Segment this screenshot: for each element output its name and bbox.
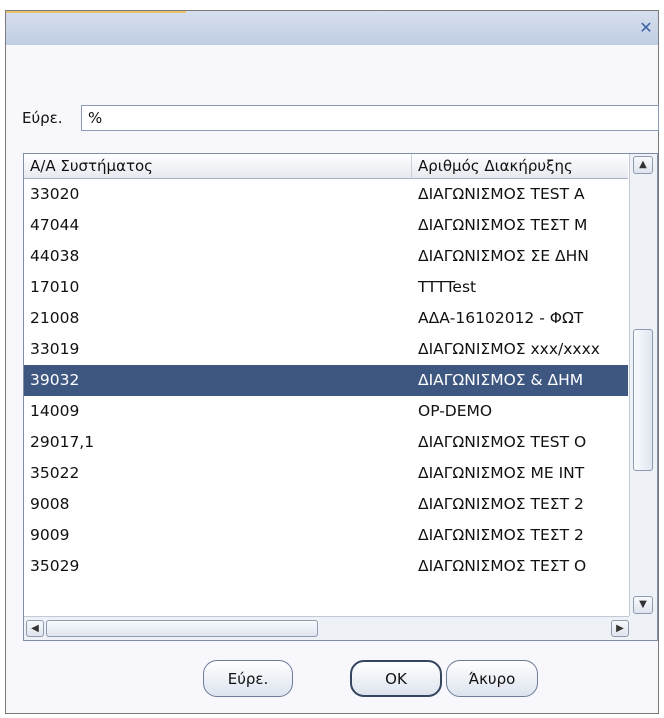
cell-declaration-number: ΔΙΑΓΩΝΙΣΜΟΣ xxx/xxxx: [418, 340, 600, 358]
table-row[interactable]: 47044 ΔΙΑΓΩΝΙΣΜΟΣ ΤΕΣΤ Μ: [24, 210, 628, 241]
search-label: Εύρε.: [22, 109, 63, 127]
table-row[interactable]: 35022 ΔΙΑΓΩΝΙΣΜΟΣ ΜΕ ΙΝΤ: [24, 458, 628, 489]
scroll-up-icon[interactable]: ▲: [633, 156, 653, 174]
column-header-declaration-number[interactable]: Αριθμός Διακήρυξης: [412, 154, 628, 178]
table-body: 33020 ΔΙΑΓΩΝΙΣΜΟΣ TEST Α 47044 ΔΙΑΓΩΝΙΣΜΟΣ…: [24, 179, 628, 582]
cell-declaration-number: ΔΙΑΓΩΝΙΣΜΟΣ ΤΕΣΤ 2: [418, 526, 584, 544]
lov-dialog: ✕ Εύρε. Α/Α Συστήματος Αριθμός Διακήρυξη…: [5, 10, 659, 714]
table-row[interactable]: 33019 ΔΙΑΓΩΝΙΣΜΟΣ xxx/xxxx: [24, 334, 628, 365]
table-row[interactable]: 14009 OP-DEMO: [24, 396, 628, 427]
cell-system-id: 29017,1: [30, 433, 95, 451]
horizontal-scroll-thumb[interactable]: [46, 620, 318, 637]
cancel-button[interactable]: Άκυρο: [446, 660, 538, 697]
table-row[interactable]: 29017,1 ΔΙΑΓΩΝΙΣΜΟΣ TEST Ο: [24, 427, 628, 458]
title-accent: [6, 11, 186, 13]
cell-system-id: 35022: [30, 464, 80, 482]
table-row[interactable]: 9009 ΔΙΑΓΩΝΙΣΜΟΣ ΤΕΣΤ 2: [24, 520, 628, 551]
scroll-corner: [629, 616, 657, 640]
cell-system-id: 33020: [30, 185, 80, 203]
scroll-left-icon[interactable]: ◀: [26, 620, 44, 637]
search-input[interactable]: [81, 105, 659, 131]
cell-system-id: 21008: [30, 309, 80, 327]
vertical-scrollbar[interactable]: ▲ ▼: [629, 154, 657, 616]
column-header-system-id[interactable]: Α/Α Συστήματος: [24, 154, 412, 178]
close-icon[interactable]: ✕: [638, 20, 654, 36]
cell-declaration-number: ΔΙΑΓΩΝΙΣΜΟΣ ΣΕ ΔΗΝ: [418, 247, 589, 265]
cell-declaration-number: ΔΙΑΓΩΝΙΣΜΟΣ & ΔΗΜ: [418, 371, 584, 389]
find-button-label: Εύρε.: [227, 669, 269, 688]
cell-system-id: 17010: [30, 278, 80, 296]
cell-system-id: 9009: [30, 526, 70, 544]
cell-declaration-number: ΑΔΑ-16102012 - ΦΩΤ: [418, 309, 584, 327]
vertical-scroll-thumb[interactable]: [633, 329, 653, 471]
table-row[interactable]: 21008 ΑΔΑ-16102012 - ΦΩΤ: [24, 303, 628, 334]
table-row[interactable]: 44038 ΔΙΑΓΩΝΙΣΜΟΣ ΣΕ ΔΗΝ: [24, 241, 628, 272]
table-row[interactable]: 17010 TTTTest: [24, 272, 628, 303]
find-button[interactable]: Εύρε.: [203, 660, 293, 697]
cell-declaration-number: ΔΙΑΓΩΝΙΣΜΟΣ TEST Α: [418, 185, 585, 203]
table-row[interactable]: 33020 ΔΙΑΓΩΝΙΣΜΟΣ TEST Α: [24, 179, 628, 210]
cell-declaration-number: ΔΙΑΓΩΝΙΣΜΟΣ TEST Ο: [418, 433, 587, 451]
table-row-selected[interactable]: 39032 ΔΙΑΓΩΝΙΣΜΟΣ & ΔΗΜ: [24, 365, 628, 396]
cell-system-id: 35029: [30, 557, 80, 575]
table-row[interactable]: 9008 ΔΙΑΓΩΝΙΣΜΟΣ ΤΕΣΤ 2: [24, 489, 628, 520]
results-table: Α/Α Συστήματος Αριθμός Διακήρυξης 33020 Δ…: [23, 153, 658, 641]
cell-system-id: 44038: [30, 247, 80, 265]
cell-declaration-number: ΔΙΑΓΩΝΙΣΜΟΣ ΤΕΣΤ Μ: [418, 216, 588, 234]
cell-system-id: 39032: [30, 371, 80, 389]
horizontal-scrollbar[interactable]: ◀ ▶: [24, 616, 631, 640]
cell-declaration-number: ΔΙΑΓΩΝΙΣΜΟΣ ΜΕ ΙΝΤ: [418, 464, 585, 482]
cancel-button-label: Άκυρο: [468, 669, 516, 688]
cell-declaration-number: TTTTest: [418, 278, 477, 296]
cell-declaration-number: ΔΙΑΓΩΝΙΣΜΟΣ ΤΕΣΤ 2: [418, 495, 584, 513]
table-header: Α/Α Συστήματος Αριθμός Διακήρυξης: [24, 154, 628, 179]
scroll-down-icon[interactable]: ▼: [633, 596, 653, 614]
ok-button[interactable]: OK: [350, 660, 442, 697]
cell-system-id: 33019: [30, 340, 80, 358]
cell-system-id: 9008: [30, 495, 70, 513]
ok-button-label: OK: [385, 669, 407, 688]
scroll-right-icon[interactable]: ▶: [611, 620, 629, 637]
cell-system-id: 14009: [30, 402, 80, 420]
cell-declaration-number: ΔΙΑΓΩΝΙΣΜΟΣ ΤΕΣΤ Ο: [418, 557, 587, 575]
table-row[interactable]: 35029 ΔΙΑΓΩΝΙΣΜΟΣ ΤΕΣΤ Ο: [24, 551, 628, 582]
cell-system-id: 47044: [30, 216, 80, 234]
title-bar: ✕: [6, 11, 658, 45]
cell-declaration-number: OP-DEMO: [418, 402, 493, 420]
